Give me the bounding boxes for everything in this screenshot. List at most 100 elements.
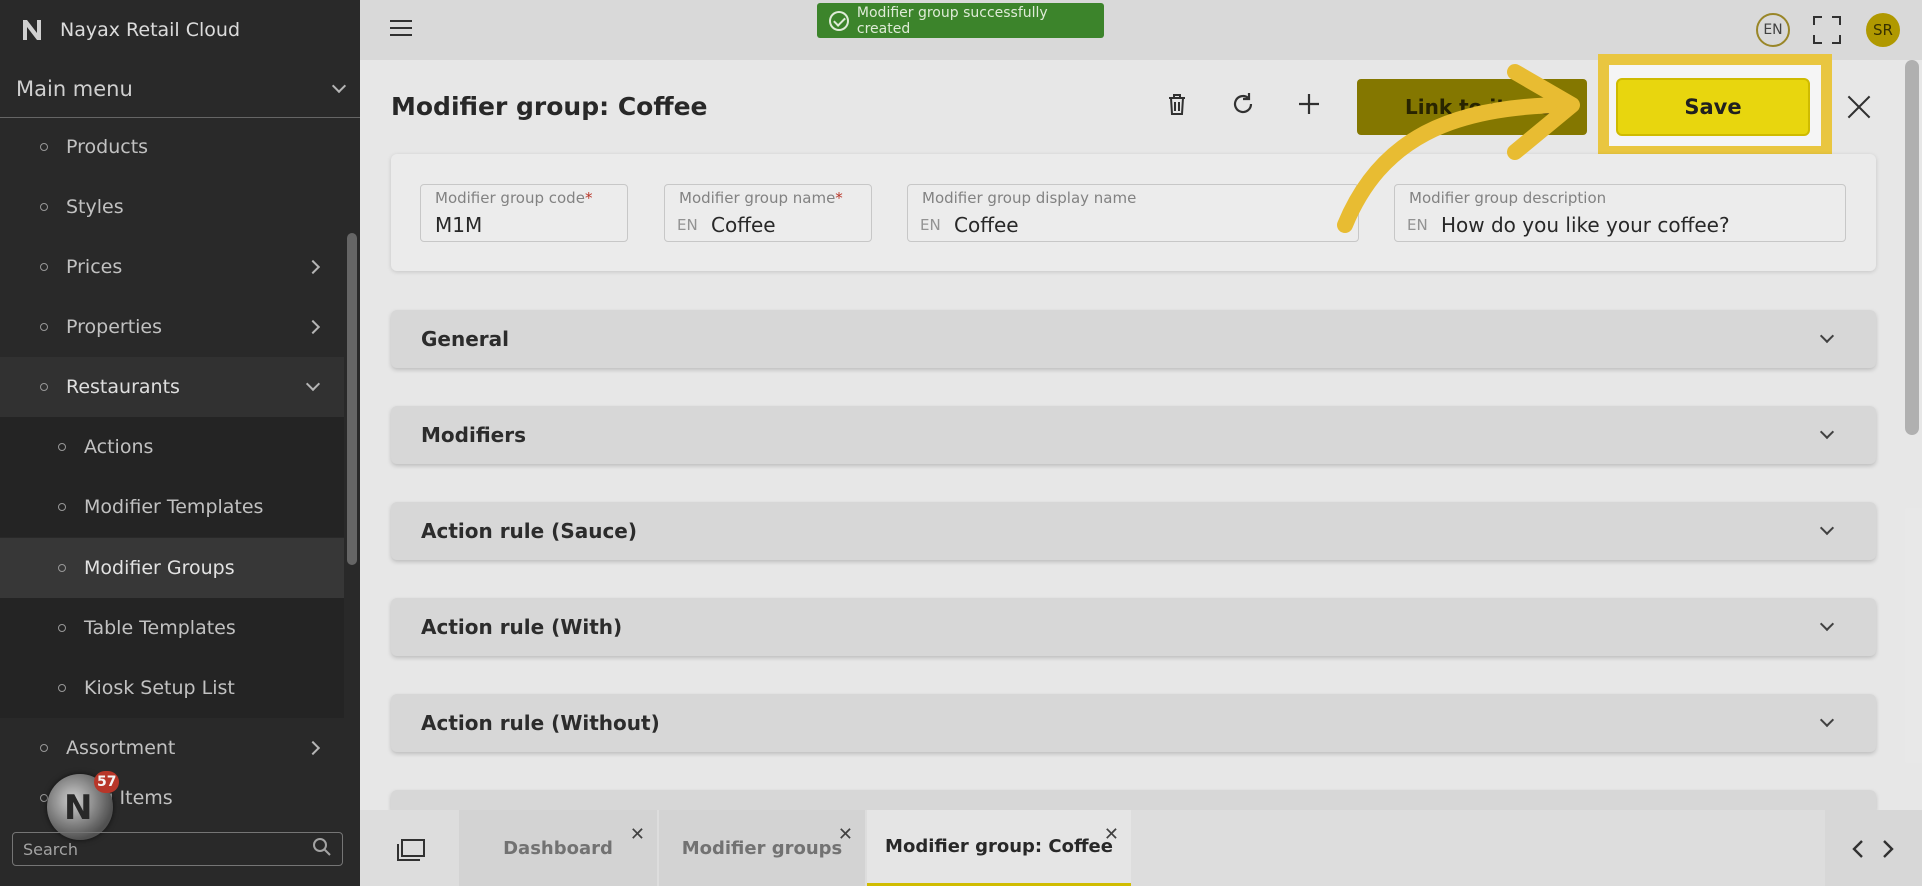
- link-to-items-button[interactable]: Link to items: [1357, 79, 1587, 135]
- field-label: Modifier group name*: [679, 189, 843, 207]
- chevron-right-icon[interactable]: [1880, 838, 1896, 860]
- bullet-icon: [40, 203, 48, 211]
- chevron-down-icon: [1819, 616, 1835, 632]
- sidebar-item-modifier-groups[interactable]: Modifier Groups: [0, 538, 344, 598]
- sidebar-item-label: Restaurants: [66, 376, 180, 398]
- chevron-right-icon: [305, 259, 321, 275]
- nayax-n-icon: N: [64, 788, 93, 828]
- section-action-rule-with[interactable]: Action rule (With): [391, 598, 1876, 656]
- field-label: Modifier group description: [1409, 189, 1607, 207]
- bullet-icon: [40, 263, 48, 271]
- field-value: How do you like your coffee?: [1441, 213, 1730, 237]
- bullet-icon: [40, 383, 48, 391]
- field-label: Modifier group code*: [435, 189, 593, 207]
- app-name: Nayax Retail Cloud: [60, 19, 241, 41]
- field-label: Modifier group display name: [922, 189, 1137, 207]
- chevron-right-icon: [305, 740, 321, 756]
- sidebar-item-assortment[interactable]: Assortment: [0, 718, 344, 778]
- modifier-group-fields: Modifier group code* M1M Modifier group …: [391, 154, 1876, 271]
- hamburger-menu-icon[interactable]: [390, 20, 412, 38]
- field-lang: EN: [1407, 216, 1428, 234]
- chevron-down-icon: [305, 376, 321, 392]
- tab-modifier-groups[interactable]: Modifier groups ✕: [659, 810, 865, 886]
- bullet-icon: [58, 564, 66, 572]
- section-partial: [391, 790, 1876, 810]
- field-value: M1M: [435, 213, 483, 237]
- modifier-group-code-field[interactable]: Modifier group code* M1M: [420, 184, 628, 242]
- main-menu-toggle[interactable]: Main menu: [0, 60, 360, 118]
- sidebar-item-properties[interactable]: Properties: [0, 297, 344, 357]
- section-title: Action rule (Sauce): [421, 519, 638, 543]
- bullet-icon: [58, 624, 66, 632]
- sidebar-search-input[interactable]: Search: [12, 832, 343, 866]
- success-toast: Modifier group successfully created: [817, 3, 1104, 38]
- field-value: Coffee: [711, 213, 776, 237]
- topbar: Modifier group successfully created EN S…: [360, 0, 1922, 60]
- bullet-icon: [40, 143, 48, 151]
- sidebar-scrollbar[interactable]: [347, 233, 357, 565]
- tab-scroll-area: [1825, 810, 1922, 886]
- bottom-tab-bar: Dashboard ✕ Modifier groups ✕ Modifier g…: [360, 810, 1922, 886]
- close-tab-icon[interactable]: ✕: [630, 824, 645, 845]
- bullet-icon: [58, 503, 66, 511]
- sidebar-item-prices[interactable]: Prices: [0, 237, 344, 297]
- section-general[interactable]: General: [391, 310, 1876, 368]
- chevron-down-icon: [1819, 424, 1835, 440]
- sidebar-item-label: Modifier Groups: [84, 557, 235, 579]
- chevron-right-icon: [305, 319, 321, 335]
- delete-icon[interactable]: [1163, 90, 1191, 118]
- sidebar-item-label: Prices: [66, 256, 123, 278]
- field-value: Coffee: [954, 213, 1019, 237]
- language-button[interactable]: EN: [1756, 13, 1790, 47]
- section-action-rule-without[interactable]: Action rule (Without): [391, 694, 1876, 752]
- close-tab-icon[interactable]: ✕: [1104, 824, 1119, 845]
- close-icon[interactable]: [1846, 94, 1872, 120]
- chevron-left-icon[interactable]: [1850, 838, 1866, 860]
- tab-label: Dashboard: [503, 837, 613, 859]
- chevron-down-icon: [331, 78, 347, 93]
- field-lang: EN: [920, 216, 941, 234]
- section-modifiers[interactable]: Modifiers: [391, 406, 1876, 464]
- sidebar-item-label: Modifier Templates: [84, 496, 264, 518]
- sidebar-item-label: Properties: [66, 316, 163, 338]
- modifier-group-description-field[interactable]: Modifier group description EN How do you…: [1394, 184, 1846, 242]
- user-avatar[interactable]: SR: [1866, 13, 1900, 47]
- notification-badge: 57: [94, 771, 120, 793]
- sidebar-item-products[interactable]: Products: [0, 117, 344, 177]
- sidebar-item-actions[interactable]: Actions: [0, 417, 344, 477]
- modifier-group-name-field[interactable]: Modifier group name* EN Coffee: [664, 184, 872, 242]
- tab-dashboard[interactable]: Dashboard ✕: [459, 810, 657, 886]
- sidebar-item-table-templates[interactable]: Table Templates: [0, 598, 344, 658]
- search-placeholder: Search: [23, 839, 78, 859]
- field-lang: EN: [677, 216, 698, 234]
- fullscreen-icon[interactable]: [1813, 16, 1841, 44]
- section-title: Action rule (Without): [421, 711, 660, 735]
- sidebar-item-styles[interactable]: Styles: [0, 177, 344, 237]
- windows-icon[interactable]: [396, 838, 426, 862]
- sidebar-item-modifier-templates[interactable]: Modifier Templates: [0, 477, 344, 537]
- sidebar-item-label: Kiosk Setup List: [84, 677, 235, 699]
- chevron-down-icon: [1819, 328, 1835, 344]
- sidebar-item-restaurants[interactable]: Restaurants: [0, 357, 344, 417]
- tab-label: Modifier groups: [681, 837, 843, 859]
- add-icon[interactable]: [1295, 90, 1323, 118]
- save-button[interactable]: Save: [1616, 78, 1810, 136]
- bullet-icon: [58, 684, 66, 692]
- section-title: Modifiers: [421, 423, 526, 447]
- tab-modifier-group-coffee[interactable]: Modifier group: Coffee ✕: [867, 810, 1131, 886]
- check-circle-icon: [829, 10, 849, 31]
- page-scrollbar[interactable]: [1905, 60, 1919, 435]
- modifier-group-display-name-field[interactable]: Modifier group display name EN Coffee: [907, 184, 1359, 242]
- chevron-down-icon: [1819, 712, 1835, 728]
- sidebar-item-kiosk-setup-list[interactable]: Kiosk Setup List: [0, 658, 344, 718]
- sidebar-item-label: Actions: [84, 436, 154, 458]
- sidebar-item-label: Assortment: [66, 737, 176, 759]
- bullet-icon: [40, 323, 48, 331]
- section-title: General: [421, 327, 509, 351]
- close-tab-icon[interactable]: ✕: [838, 824, 853, 845]
- section-action-rule-sauce[interactable]: Action rule (Sauce): [391, 502, 1876, 560]
- chevron-down-icon: [1819, 520, 1835, 536]
- main-menu-label: Main menu: [16, 76, 133, 101]
- refresh-icon[interactable]: [1229, 90, 1257, 118]
- sidebar-item-label: Styles: [66, 196, 124, 218]
